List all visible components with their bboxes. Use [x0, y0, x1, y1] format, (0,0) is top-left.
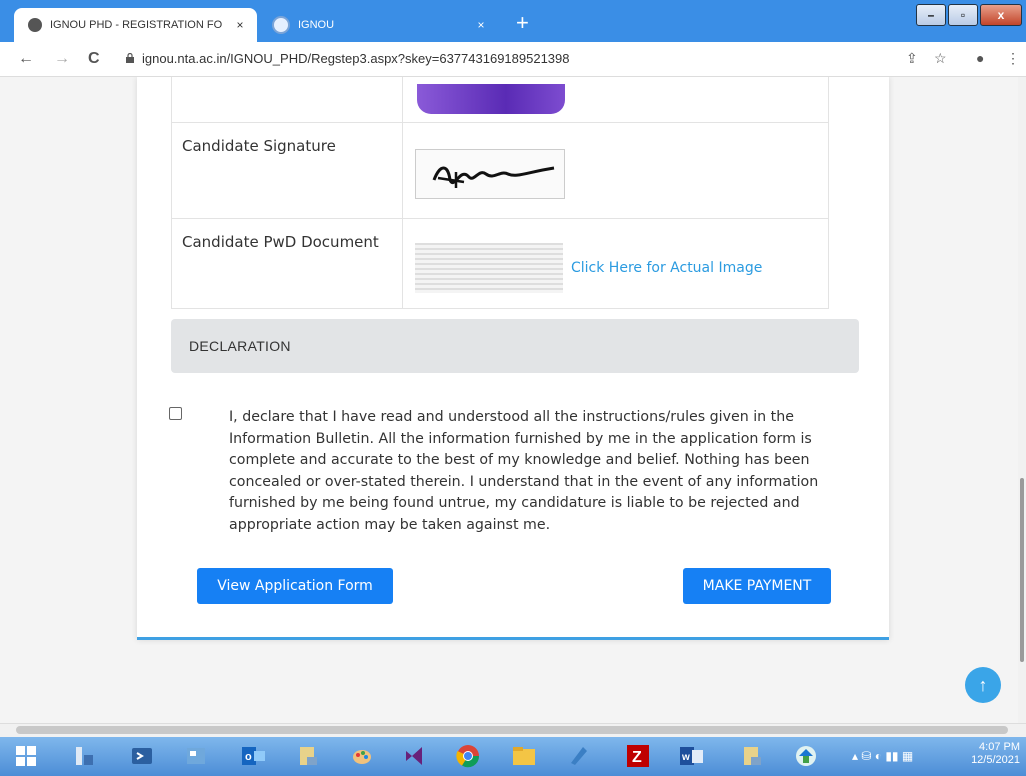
documents-table: Candidate Signature Candidate PwD Docume…: [171, 77, 829, 309]
page-viewport: Candidate Signature Candidate PwD Docume…: [0, 77, 1026, 723]
profile-icon[interactable]: ●: [976, 50, 984, 66]
new-tab-button[interactable]: +: [516, 12, 529, 34]
minimize-button[interactable]: –: [916, 4, 946, 26]
signature-scribble: [432, 166, 555, 188]
window-controls: – ▫ x: [916, 4, 1022, 26]
start-windows-icon[interactable]: [10, 741, 42, 771]
sql-server-icon[interactable]: [292, 741, 324, 771]
photo-label: [171, 77, 403, 123]
table-row: Candidate PwD Document Click Here for Ac…: [171, 218, 829, 309]
chrome-icon[interactable]: [452, 741, 484, 771]
horizontal-scroll-thumb[interactable]: [16, 726, 1008, 734]
system-tray-icons[interactable]: ▴ ⛁ ◐ ▮▮ ▦: [852, 749, 913, 763]
address-bar[interactable]: ignou.nta.ac.in/IGNOU_PHD/Regstep3.aspx?…: [142, 51, 570, 66]
powershell-icon[interactable]: [126, 741, 158, 771]
reload-button[interactable]: C: [88, 50, 100, 68]
svg-text:o: o: [245, 751, 252, 763]
close-window-button[interactable]: x: [980, 4, 1022, 26]
scroll-to-top-button[interactable]: ↑: [965, 667, 1001, 703]
candidate-photo: [417, 84, 565, 114]
pwd-label: Candidate PwD Document: [171, 218, 403, 309]
view-actual-image-link[interactable]: Click Here for Actual Image: [571, 260, 762, 276]
signature-label: Candidate Signature: [171, 122, 403, 219]
sql-tools-icon[interactable]: [736, 741, 768, 771]
bookmark-star-icon[interactable]: ☆: [934, 50, 947, 67]
declaration-checkbox[interactable]: [169, 407, 182, 420]
tab-title: IGNOU: [298, 19, 335, 31]
table-row: Candidate Signature: [171, 122, 829, 219]
browser-menu-icon[interactable]: ⋮: [1006, 50, 1020, 67]
make-payment-button[interactable]: MAKE PAYMENT: [683, 568, 831, 604]
maximize-button[interactable]: ▫: [948, 4, 978, 26]
svg-text:Z: Z: [632, 749, 642, 766]
tab-ignou[interactable]: IGNOU ×: [258, 8, 498, 42]
tab-ignou-phd-registration[interactable]: IGNOU PHD - REGISTRATION FO ×: [14, 8, 257, 42]
declaration-heading: DECLARATION: [171, 319, 859, 373]
outlook-icon[interactable]: o: [238, 741, 270, 771]
visual-studio-icon[interactable]: [398, 741, 430, 771]
vertical-scroll-thumb[interactable]: [1020, 478, 1024, 662]
globe-icon: [28, 18, 42, 32]
network-tool-icon[interactable]: [790, 741, 822, 771]
system-clock[interactable]: 4:07 PM 12/5/2021: [938, 741, 1020, 767]
server-manager-icon[interactable]: [68, 741, 100, 771]
candidate-signature-image: [415, 149, 565, 199]
registration-card: Candidate Signature Candidate PwD Docume…: [137, 77, 889, 640]
browser-toolbar: ← → C ignou.nta.ac.in/IGNOU_PHD/Regstep3…: [0, 42, 1026, 77]
tab-close-icon[interactable]: ×: [472, 18, 490, 32]
tab-title: IGNOU PHD - REGISTRATION FO: [50, 19, 223, 31]
notes-icon[interactable]: [562, 741, 594, 771]
table-row: [171, 77, 829, 123]
lock-icon: [126, 53, 134, 63]
view-application-form-button[interactable]: View Application Form: [197, 568, 393, 604]
declaration-text: I, declare that I have read and understo…: [229, 409, 819, 533]
pwd-document-thumbnail[interactable]: [415, 243, 563, 293]
ignou-logo-icon: [272, 16, 290, 34]
word-icon[interactable]: w: [676, 741, 708, 771]
share-icon[interactable]: ⇪: [906, 50, 918, 67]
svg-text:w: w: [681, 752, 690, 763]
browser-tab-strip: IGNOU PHD - REGISTRATION FO × IGNOU × + …: [0, 0, 1026, 42]
clock-time: 4:07 PM: [979, 741, 1020, 753]
clock-date: 12/5/2021: [971, 754, 1020, 766]
forward-button[interactable]: →: [54, 50, 70, 68]
tab-close-icon[interactable]: ×: [231, 18, 249, 32]
file-explorer-icon[interactable]: [508, 741, 540, 771]
back-button[interactable]: ←: [18, 50, 34, 68]
paint-icon[interactable]: [346, 741, 378, 771]
control-panel-icon[interactable]: [180, 741, 212, 771]
filezilla-icon[interactable]: Z: [622, 741, 654, 771]
